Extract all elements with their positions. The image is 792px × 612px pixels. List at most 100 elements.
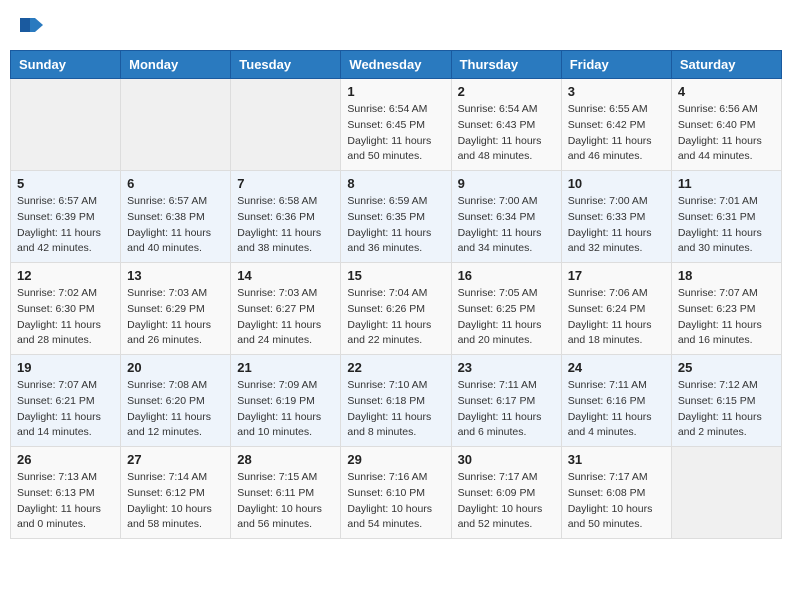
calendar-cell: 13Sunrise: 7:03 AMSunset: 6:29 PMDayligh… [121,263,231,355]
calendar-cell: 5 Sunrise: 6:57 AMSunset: 6:39 PMDaylight… [11,171,121,263]
day-number: 27 [127,452,224,467]
day-info: Sunrise: 7:10 AMSunset: 6:18 PMDaylight:… [347,378,444,441]
calendar-cell [231,79,341,171]
day-number: 10 [568,176,665,191]
day-number: 22 [347,360,444,375]
day-number: 28 [237,452,334,467]
calendar-cell [11,79,121,171]
day-header-thursday: Thursday [451,51,561,79]
day-info: Sunrise: 7:15 AMSunset: 6:11 PMDaylight:… [237,470,334,533]
calendar-cell: 27 Sunrise: 7:14 AMSunset: 6:12 PMDayligh… [121,447,231,539]
day-number: 26 [17,452,114,467]
day-header-wednesday: Wednesday [341,51,451,79]
day-info: Sunrise: 7:08 AMSunset: 6:20 PMDaylight:… [127,378,224,441]
day-info: Sunrise: 7:07 AMSunset: 6:21 PMDaylight:… [17,378,114,441]
calendar-cell: 17 Sunrise: 7:06 AMSunset: 6:24 PMDayligh… [561,263,671,355]
day-number: 9 [458,176,555,191]
day-info: Sunrise: 6:57 AMSunset: 6:39 PMDaylight:… [17,194,114,257]
calendar-header-row: SundayMondayTuesdayWednesdayThursdayFrid… [11,51,782,79]
day-number: 21 [237,360,334,375]
calendar-cell: 15Sunrise: 7:04 AMSunset: 6:26 PMDayligh… [341,263,451,355]
day-info: Sunrise: 7:01 AMSunset: 6:31 PMDaylight:… [678,194,775,257]
day-number: 8 [347,176,444,191]
day-number: 6 [127,176,224,191]
day-info: Sunrise: 6:54 AMSunset: 6:45 PMDaylight:… [347,102,444,165]
calendar-cell [121,79,231,171]
day-header-tuesday: Tuesday [231,51,341,79]
calendar-table: SundayMondayTuesdayWednesdayThursdayFrid… [10,50,782,539]
day-number: 5 [17,176,114,191]
calendar-cell: 2 Sunrise: 6:54 AMSunset: 6:43 PMDaylight… [451,79,561,171]
day-info: Sunrise: 7:00 AMSunset: 6:34 PMDaylight:… [458,194,555,257]
day-info: Sunrise: 7:17 AMSunset: 6:08 PMDaylight:… [568,470,665,533]
calendar-cell: 10 Sunrise: 7:00 AMSunset: 6:33 PMDayligh… [561,171,671,263]
day-info: Sunrise: 6:55 AMSunset: 6:42 PMDaylight:… [568,102,665,165]
calendar-cell: 28 Sunrise: 7:15 AMSunset: 6:11 PMDayligh… [231,447,341,539]
calendar-cell: 4 Sunrise: 6:56 AMSunset: 6:40 PMDaylight… [671,79,781,171]
calendar-cell: 1 Sunrise: 6:54 AMSunset: 6:45 PMDaylight… [341,79,451,171]
calendar-cell: 18Sunrise: 7:07 AMSunset: 6:23 PMDayligh… [671,263,781,355]
calendar-cell: 19 Sunrise: 7:07 AMSunset: 6:21 PMDayligh… [11,355,121,447]
calendar-cell: 21 Sunrise: 7:09 AMSunset: 6:19 PMDayligh… [231,355,341,447]
calendar-cell: 3 Sunrise: 6:55 AMSunset: 6:42 PMDaylight… [561,79,671,171]
calendar-week-2: 5 Sunrise: 6:57 AMSunset: 6:39 PMDaylight… [11,171,782,263]
calendar-cell: 12Sunrise: 7:02 AMSunset: 6:30 PMDayligh… [11,263,121,355]
calendar-cell: 14 Sunrise: 7:03 AMSunset: 6:27 PMDayligh… [231,263,341,355]
calendar-cell: 6 Sunrise: 6:57 AMSunset: 6:38 PMDaylight… [121,171,231,263]
calendar-cell: 16Sunrise: 7:05 AMSunset: 6:25 PMDayligh… [451,263,561,355]
calendar-cell [671,447,781,539]
calendar-week-1: 1 Sunrise: 6:54 AMSunset: 6:45 PMDaylight… [11,79,782,171]
day-number: 13 [127,268,224,283]
day-header-friday: Friday [561,51,671,79]
calendar-cell: 24 Sunrise: 7:11 AMSunset: 6:16 PMDayligh… [561,355,671,447]
day-info: Sunrise: 7:09 AMSunset: 6:19 PMDaylight:… [237,378,334,441]
day-info: Sunrise: 7:05 AMSunset: 6:25 PMDaylight:… [458,286,555,349]
day-info: Sunrise: 7:00 AMSunset: 6:33 PMDaylight:… [568,194,665,257]
day-info: Sunrise: 6:59 AMSunset: 6:35 PMDaylight:… [347,194,444,257]
calendar-cell: 8 Sunrise: 6:59 AMSunset: 6:35 PMDaylight… [341,171,451,263]
day-info: Sunrise: 6:58 AMSunset: 6:36 PMDaylight:… [237,194,334,257]
day-info: Sunrise: 7:03 AMSunset: 6:27 PMDaylight:… [237,286,334,349]
day-info: Sunrise: 7:02 AMSunset: 6:30 PMDaylight:… [17,286,114,349]
day-number: 7 [237,176,334,191]
day-info: Sunrise: 6:54 AMSunset: 6:43 PMDaylight:… [458,102,555,165]
day-info: Sunrise: 7:12 AMSunset: 6:15 PMDaylight:… [678,378,775,441]
calendar-cell: 23Sunrise: 7:11 AMSunset: 6:17 PMDayligh… [451,355,561,447]
calendar-cell: 31 Sunrise: 7:17 AMSunset: 6:08 PMDayligh… [561,447,671,539]
calendar-cell: 11 Sunrise: 7:01 AMSunset: 6:31 PMDayligh… [671,171,781,263]
day-number: 3 [568,84,665,99]
day-info: Sunrise: 6:57 AMSunset: 6:38 PMDaylight:… [127,194,224,257]
day-number: 14 [237,268,334,283]
day-number: 11 [678,176,775,191]
day-info: Sunrise: 7:17 AMSunset: 6:09 PMDaylight:… [458,470,555,533]
calendar-cell: 7 Sunrise: 6:58 AMSunset: 6:36 PMDaylight… [231,171,341,263]
day-header-monday: Monday [121,51,231,79]
day-info: Sunrise: 6:56 AMSunset: 6:40 PMDaylight:… [678,102,775,165]
day-number: 1 [347,84,444,99]
day-number: 17 [568,268,665,283]
day-info: Sunrise: 7:11 AMSunset: 6:17 PMDaylight:… [458,378,555,441]
calendar-cell: 25 Sunrise: 7:12 AMSunset: 6:15 PMDayligh… [671,355,781,447]
day-number: 29 [347,452,444,467]
day-number: 25 [678,360,775,375]
day-number: 19 [17,360,114,375]
day-number: 4 [678,84,775,99]
day-info: Sunrise: 7:06 AMSunset: 6:24 PMDaylight:… [568,286,665,349]
day-info: Sunrise: 7:14 AMSunset: 6:12 PMDaylight:… [127,470,224,533]
calendar-cell: 29Sunrise: 7:16 AMSunset: 6:10 PMDayligh… [341,447,451,539]
calendar-week-4: 19 Sunrise: 7:07 AMSunset: 6:21 PMDayligh… [11,355,782,447]
day-number: 2 [458,84,555,99]
day-number: 15 [347,268,444,283]
day-number: 31 [568,452,665,467]
day-header-sunday: Sunday [11,51,121,79]
calendar-cell: 20Sunrise: 7:08 AMSunset: 6:20 PMDayligh… [121,355,231,447]
day-number: 24 [568,360,665,375]
day-info: Sunrise: 7:07 AMSunset: 6:23 PMDaylight:… [678,286,775,349]
logo-icon [15,10,45,40]
calendar-cell: 22 Sunrise: 7:10 AMSunset: 6:18 PMDayligh… [341,355,451,447]
day-info: Sunrise: 7:13 AMSunset: 6:13 PMDaylight:… [17,470,114,533]
logo [15,10,49,40]
day-info: Sunrise: 7:11 AMSunset: 6:16 PMDaylight:… [568,378,665,441]
page-header [10,10,782,40]
calendar-cell: 30Sunrise: 7:17 AMSunset: 6:09 PMDayligh… [451,447,561,539]
